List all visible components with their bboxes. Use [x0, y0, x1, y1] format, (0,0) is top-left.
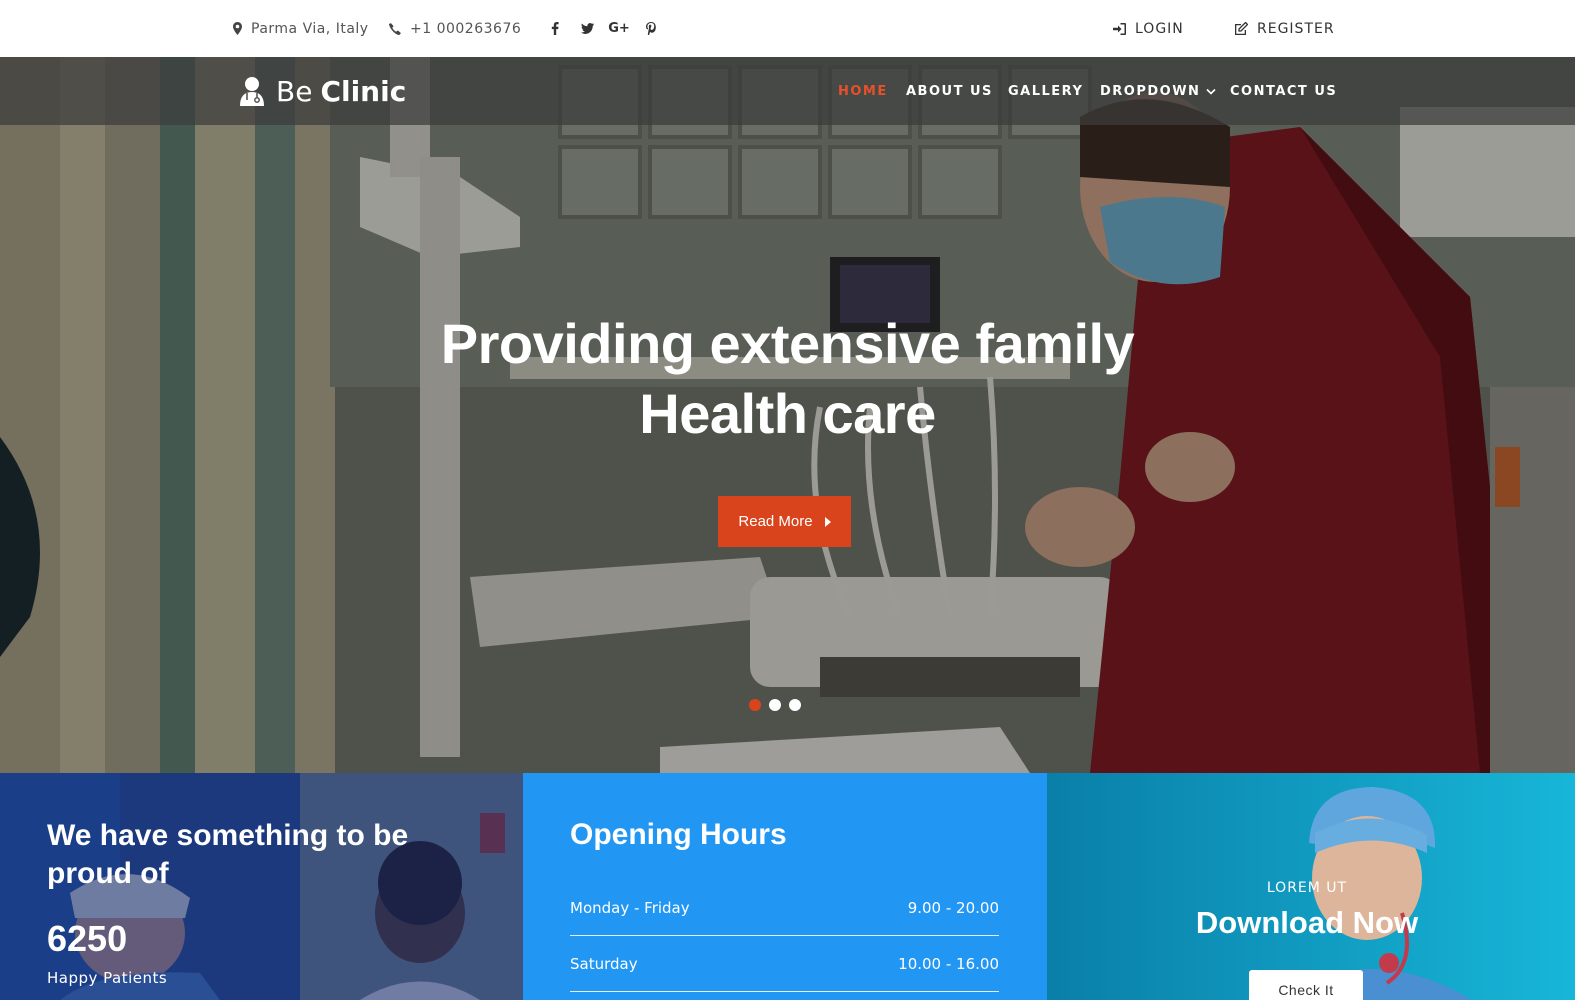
- pinterest-icon[interactable]: [644, 22, 658, 36]
- nav-gallery[interactable]: GALLERY: [1008, 57, 1083, 125]
- stats-panel: We have something to be proud of 6250 Ha…: [0, 773, 523, 1000]
- hours-time: 9.00 - 20.00: [907, 898, 999, 917]
- nav-contact-us[interactable]: CONTACT US: [1230, 57, 1337, 125]
- chevron-down-icon: [1206, 88, 1217, 95]
- register-label: REGISTER: [1257, 20, 1335, 37]
- logo-text-bold: Clinic: [320, 74, 407, 108]
- slider-dot-3[interactable]: [789, 699, 801, 711]
- hero-slider: Be Clinic HOME ABOUT US GALLERY DROPDOWN…: [0, 57, 1575, 773]
- happy-patients-label: Happy Patients: [47, 969, 168, 987]
- happy-patients-count: 6250: [47, 918, 128, 959]
- map-marker-icon: [233, 22, 242, 35]
- top-bar: Parma Via, Italy +1 000263676 G+ LOGIN R…: [0, 0, 1575, 57]
- download-title: Download Now: [1195, 905, 1419, 940]
- logo[interactable]: Be Clinic: [238, 71, 406, 111]
- login-link[interactable]: LOGIN: [1113, 0, 1184, 57]
- slider-dot-2[interactable]: [769, 699, 781, 711]
- logo-text-light: Be: [276, 74, 313, 108]
- hero-title-line1: Providing extensive family: [440, 312, 1135, 375]
- phone-text: +1 000263676: [410, 20, 522, 37]
- doctor-logo-icon: [240, 77, 264, 106]
- nav-home[interactable]: HOME: [838, 57, 888, 125]
- read-more-button[interactable]: Read More: [718, 496, 851, 547]
- caret-right-icon: [824, 516, 831, 527]
- phone-info[interactable]: +1 000263676: [389, 0, 521, 57]
- hours-row: Monday - Friday 9.00 - 20.00: [570, 880, 999, 936]
- register-link[interactable]: REGISTER: [1234, 0, 1335, 57]
- hours-row: Saturday 10.00 - 16.00: [570, 936, 999, 992]
- opening-hours-panel: Opening Hours Monday - Friday 9.00 - 20.…: [523, 773, 1047, 1000]
- social-links: G+: [548, 0, 676, 57]
- login-label: LOGIN: [1135, 20, 1184, 37]
- download-panel: LOREM UT Download Now Check It: [1047, 773, 1575, 1000]
- nav-dropdown[interactable]: DROPDOWN: [1100, 57, 1217, 125]
- download-subtitle: LOREM UT: [1266, 880, 1348, 896]
- read-more-label: Read More: [738, 513, 813, 530]
- sign-in-icon: [1113, 22, 1126, 35]
- opening-hours-title: Opening Hours: [570, 818, 787, 851]
- location-info: Parma Via, Italy: [233, 0, 369, 57]
- hero-title-line2: Health care: [639, 382, 936, 445]
- google-plus-icon[interactable]: G+: [608, 21, 630, 36]
- main-navbar: Be Clinic HOME ABOUT US GALLERY DROPDOWN…: [0, 57, 1575, 125]
- location-text: Parma Via, Italy: [251, 20, 369, 37]
- hours-day: Saturday: [570, 954, 638, 973]
- edit-icon: [1235, 22, 1248, 35]
- hours-day: Monday - Friday: [570, 898, 690, 917]
- twitter-icon[interactable]: [580, 22, 594, 36]
- nav-about-us[interactable]: ABOUT US: [906, 57, 993, 125]
- slider-dots: [749, 699, 809, 711]
- nav-dropdown-label: DROPDOWN: [1100, 83, 1201, 99]
- slider-dot-1[interactable]: [749, 699, 761, 711]
- stats-title: We have something to be proud of: [47, 819, 409, 890]
- facebook-icon[interactable]: [548, 22, 562, 36]
- hero-title: Providing extensive family Health care: [0, 309, 1575, 449]
- check-it-button[interactable]: Check It: [1249, 970, 1363, 1000]
- phone-icon: [389, 22, 401, 35]
- hours-time: 10.00 - 16.00: [898, 954, 999, 973]
